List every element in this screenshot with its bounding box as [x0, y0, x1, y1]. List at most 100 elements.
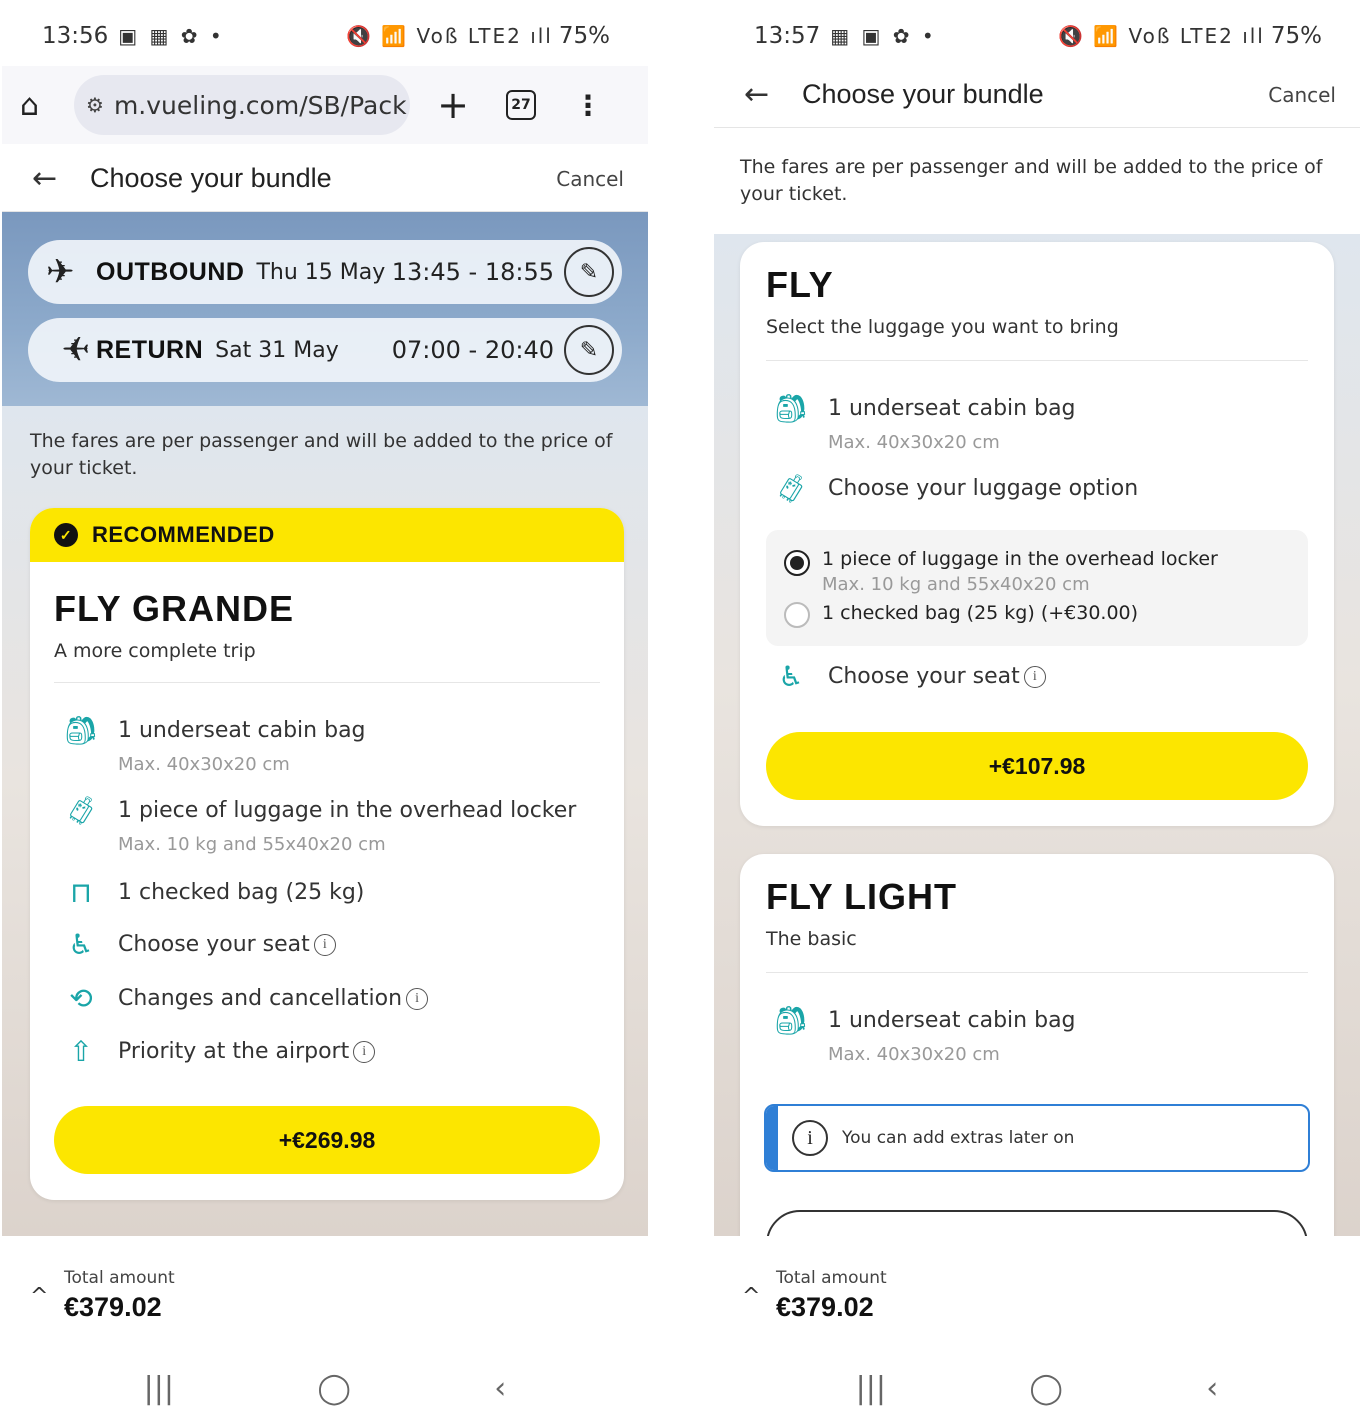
info-icon[interactable]: i: [406, 988, 429, 1010]
flight-direction: RETURN: [96, 335, 204, 364]
tab-count-button[interactable]: 27: [506, 90, 536, 120]
bundle-name: FLY GRANDE: [54, 588, 295, 629]
back-nav-icon[interactable]: ‹: [494, 1371, 506, 1406]
recommended-banner: ✓ RECOMMENDED: [30, 508, 624, 562]
bundle-subtitle: Select the luggage you want to bring: [766, 316, 1119, 338]
feature-item[interactable]: ⟲ Changes and cancellation i: [54, 984, 600, 1014]
system-nav-bar: ||| ◯ ‹: [714, 1360, 1360, 1416]
page-title: Choose your bundle: [90, 163, 332, 193]
bundle-card-fly-light: FLY LIGHT The basic 🎒︎ 1 underseat cabin…: [740, 854, 1334, 1274]
feature-detail: Max. 10 kg and 55x40x20 cm: [118, 834, 386, 855]
total-value: €379.02: [64, 1292, 162, 1322]
app-header: ← Choose your bundle Cancel: [2, 146, 648, 212]
back-arrow-icon[interactable]: ←: [32, 161, 90, 196]
backpack-icon: 🎒︎: [773, 392, 809, 425]
back-arrow-icon[interactable]: ←: [744, 77, 802, 112]
feature-label: Choose your seat: [828, 664, 1020, 689]
select-fly-button[interactable]: +€107.98: [766, 732, 1308, 800]
feature-label: Priority at the airport: [118, 1039, 350, 1064]
expand-chevron-icon[interactable]: ^: [742, 1284, 760, 1309]
page-title: Choose your bundle: [802, 79, 1044, 109]
flight-direction: OUTBOUND: [96, 257, 245, 286]
fare-note: The fares are per passenger and will be …: [30, 430, 613, 479]
feature-item[interactable]: ♿︎ Choose your seat i: [764, 662, 1310, 692]
trolley-icon: 🧳︎: [773, 472, 809, 505]
status-time: 13:56: [42, 23, 109, 49]
feature-detail: Max. 40x30x20 cm: [118, 754, 290, 775]
battery-level: 75%: [1270, 23, 1322, 49]
flight-date: Sat 31 May: [215, 337, 339, 363]
status-bar: 13:56 ▣ ▦ ✿ • 🔇 📶 Voß LTE2 ıll 75%: [2, 0, 648, 72]
home-nav-icon[interactable]: ◯: [317, 1371, 351, 1406]
signal-icons: 🔇 📶 Voß LTE2 ıll: [1058, 24, 1265, 48]
option-label[interactable]: 1 checked bag (25 kg) (+€30.00): [822, 602, 1138, 624]
back-nav-icon[interactable]: ‹: [1206, 1371, 1218, 1406]
feature-item[interactable]: ♿︎ Choose your seat i: [54, 930, 600, 960]
suitcase-icon: ⊓: [70, 876, 92, 909]
bundle-subtitle: A more complete trip: [54, 640, 256, 662]
luggage-option-label: Choose your luggage option: [828, 476, 1139, 501]
url-text: m.vueling.com/SB/Pack: [113, 90, 407, 120]
priority-icon: ⇧: [69, 1035, 93, 1068]
flight-date: Thu 15 May: [256, 259, 386, 285]
luggage-options: 1 piece of luggage in the overhead locke…: [766, 530, 1308, 646]
bundle-name: FLY: [766, 264, 834, 305]
radio-overhead-locker[interactable]: [784, 550, 810, 576]
select-fly-grande-button[interactable]: +€269.98: [54, 1106, 600, 1174]
total-footer: ^ Total amount €379.02: [2, 1236, 648, 1360]
expand-chevron-icon[interactable]: ^: [30, 1284, 48, 1309]
flight-summary: ✈ OUTBOUND Thu 15 May 13:45 - 18:55 ✎ ✈ …: [2, 212, 648, 406]
home-icon[interactable]: ⌂: [20, 88, 60, 123]
info-icon: i: [792, 1120, 828, 1156]
notification-icons: ▣ ▦ ✿ •: [118, 24, 225, 48]
address-bar[interactable]: ⚙ m.vueling.com/SB/Pack: [74, 75, 410, 135]
feature-item: 🧳︎ 1 piece of luggage in the overhead lo…: [54, 796, 600, 856]
right-screen: 13:57 ▦ ▣ ✿ • 🔇 📶 Voß LTE2 ıll 75% ← Cho…: [714, 0, 1360, 1416]
status-time: 13:57: [754, 23, 821, 49]
info-icon[interactable]: i: [353, 1041, 376, 1063]
backpack-icon: 🎒︎: [63, 714, 99, 747]
backpack-icon: 🎒︎: [773, 1004, 809, 1037]
radio-checked-bag[interactable]: [784, 602, 810, 628]
more-menu-icon[interactable]: ⋮: [574, 89, 602, 122]
new-tab-icon[interactable]: +: [436, 83, 470, 127]
feature-detail: Max. 40x30x20 cm: [828, 432, 1000, 453]
info-icon[interactable]: i: [313, 934, 336, 956]
feature-item[interactable]: ⇧ Priority at the airport i: [54, 1037, 600, 1067]
system-nav-bar: ||| ◯ ‹: [2, 1360, 648, 1416]
total-value: €379.02: [776, 1292, 874, 1322]
option-label[interactable]: 1 piece of luggage in the overhead locke…: [822, 548, 1218, 570]
signal-icons: 🔇 📶 Voß LTE2 ıll: [346, 24, 553, 48]
site-settings-icon[interactable]: ⚙: [86, 93, 104, 117]
total-label: Total amount: [64, 1268, 175, 1288]
cancel-button[interactable]: Cancel: [556, 167, 624, 191]
fare-note: The fares are per passenger and will be …: [740, 156, 1323, 205]
home-nav-icon[interactable]: ◯: [1029, 1371, 1063, 1406]
outbound-flight: ✈ OUTBOUND Thu 15 May 13:45 - 18:55 ✎: [28, 240, 622, 304]
feature-item: 🎒︎ 1 underseat cabin bag Max. 40x30x20 c…: [764, 392, 1310, 454]
total-footer: ^ Total amount €379.02: [714, 1236, 1360, 1360]
bundle-card-fly-grande: ✓ RECOMMENDED FLY GRANDE A more complete…: [30, 508, 624, 1200]
edit-return-icon[interactable]: ✎: [564, 325, 614, 375]
bundle-name: FLY LIGHT: [766, 876, 958, 917]
feature-item: 🎒︎ 1 underseat cabin bag Max. 40x30x20 c…: [764, 1004, 1310, 1066]
extras-info-box: i You can add extras later on: [764, 1104, 1310, 1172]
seat-icon: ♿︎: [68, 928, 94, 961]
recents-icon[interactable]: |||: [144, 1371, 174, 1406]
bundle-subtitle: The basic: [766, 928, 857, 950]
cancel-button[interactable]: Cancel: [1268, 83, 1336, 107]
feature-label: 1 underseat cabin bag: [828, 1008, 1076, 1033]
edit-outbound-icon[interactable]: ✎: [564, 247, 614, 297]
recents-icon[interactable]: |||: [856, 1371, 886, 1406]
plane-outbound-icon: ✈: [46, 252, 75, 292]
option-detail: Max. 10 kg and 55x40x20 cm: [822, 574, 1090, 595]
feature-item: 🧳︎ Choose your luggage option: [764, 474, 1310, 504]
total-label: Total amount: [776, 1268, 887, 1288]
feature-detail: Max. 40x30x20 cm: [828, 1044, 1000, 1065]
info-icon[interactable]: i: [1023, 666, 1046, 688]
feature-label: Choose your seat: [118, 932, 310, 957]
notification-icons: ▦ ▣ ✿ •: [830, 24, 937, 48]
app-header: ← Choose your bundle Cancel: [714, 62, 1360, 128]
flight-times: 07:00 - 20:40: [391, 336, 554, 364]
return-flight: ✈ RETURN Sat 31 May 07:00 - 20:40 ✎: [28, 318, 622, 382]
